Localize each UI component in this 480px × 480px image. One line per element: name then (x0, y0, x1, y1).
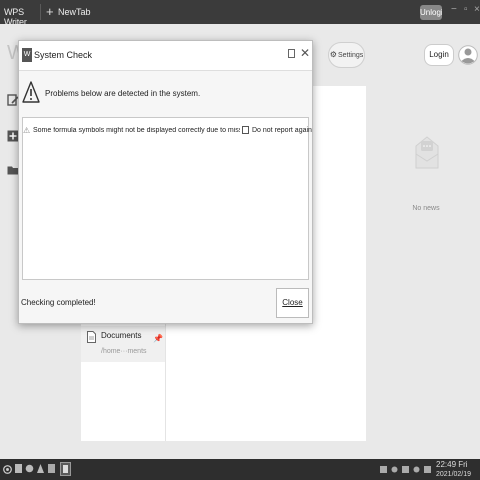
dialog-header: W System Check ✕ (19, 41, 312, 71)
do-not-report-checkbox[interactable] (242, 126, 249, 134)
envelope-icon (415, 136, 439, 169)
document-icon (87, 331, 96, 343)
clock-date: 2021/02/19 (436, 471, 472, 478)
avatar[interactable] (458, 40, 478, 70)
taskbar-app-icon[interactable] (36, 463, 45, 474)
dialog-title: System Check (34, 50, 93, 60)
recent-item-name: Documents (101, 331, 142, 340)
plus-icon[interactable]: + (46, 4, 54, 19)
close-window-icon[interactable]: × (474, 4, 480, 15)
recent-item-documents[interactable]: Documents /home···ments 📌 (81, 326, 165, 362)
tray-icon[interactable] (391, 466, 398, 473)
settings-label: Settings (337, 52, 364, 59)
taskbar-wps-writer-icon[interactable] (60, 462, 71, 476)
tab-newtab[interactable]: NewTab (58, 7, 91, 17)
do-not-report-label[interactable]: Do not report again (252, 127, 312, 134)
unlogin-button[interactable]: Unlogin (420, 5, 442, 20)
tab-divider (40, 4, 41, 20)
tray-icon[interactable] (424, 466, 431, 473)
problem-list[interactable]: ⚠ Some formula symbols might not be disp… (22, 117, 312, 280)
warning-icon: ⚠ (23, 126, 31, 135)
settings-button[interactable]: ⚙Settings (328, 42, 365, 68)
pin-icon[interactable]: 📌 (153, 334, 163, 343)
taskbar: 22:49 Fri 2021/02/19 (0, 459, 480, 480)
taskbar-app-icon[interactable] (25, 463, 34, 474)
status-text: Checking completed! (21, 298, 96, 307)
system-check-dialog: W System Check ✕ Problems below are dete… (18, 40, 313, 324)
tray-icon[interactable] (402, 466, 409, 473)
list-item: Some formula symbols might not be displa… (33, 127, 240, 134)
problem-message: Problems below are detected in the syste… (45, 89, 201, 98)
tray-icon[interactable] (413, 466, 420, 473)
taskbar-app-icon[interactable] (47, 463, 56, 474)
wps-writer-icon: W (22, 48, 32, 62)
tab-wps-writer[interactable]: WPS Writer (4, 7, 40, 27)
restore-icon[interactable]: ▫ (464, 4, 468, 15)
start-menu-icon[interactable] (3, 464, 12, 475)
tray-icon[interactable] (380, 466, 387, 473)
no-news-text: No news (412, 205, 440, 212)
maximize-icon[interactable] (288, 49, 295, 58)
close-icon[interactable]: ✕ (300, 46, 310, 60)
gear-icon: ⚙ (329, 50, 337, 59)
warning-icon (22, 81, 40, 103)
recent-item-path: /home···ments (101, 348, 147, 355)
login-button[interactable]: Login (424, 44, 454, 66)
taskbar-app-icon[interactable] (14, 463, 23, 474)
minimize-icon[interactable]: − (451, 4, 457, 15)
clock-time: 22:49 Fri (436, 460, 468, 469)
taskbar-clock[interactable]: 22:49 Fri 2021/02/19 (436, 460, 471, 480)
close-button[interactable]: Close (276, 288, 309, 318)
title-bar: WPS Writer + NewTab Unlogin − ▫ × (0, 0, 480, 27)
